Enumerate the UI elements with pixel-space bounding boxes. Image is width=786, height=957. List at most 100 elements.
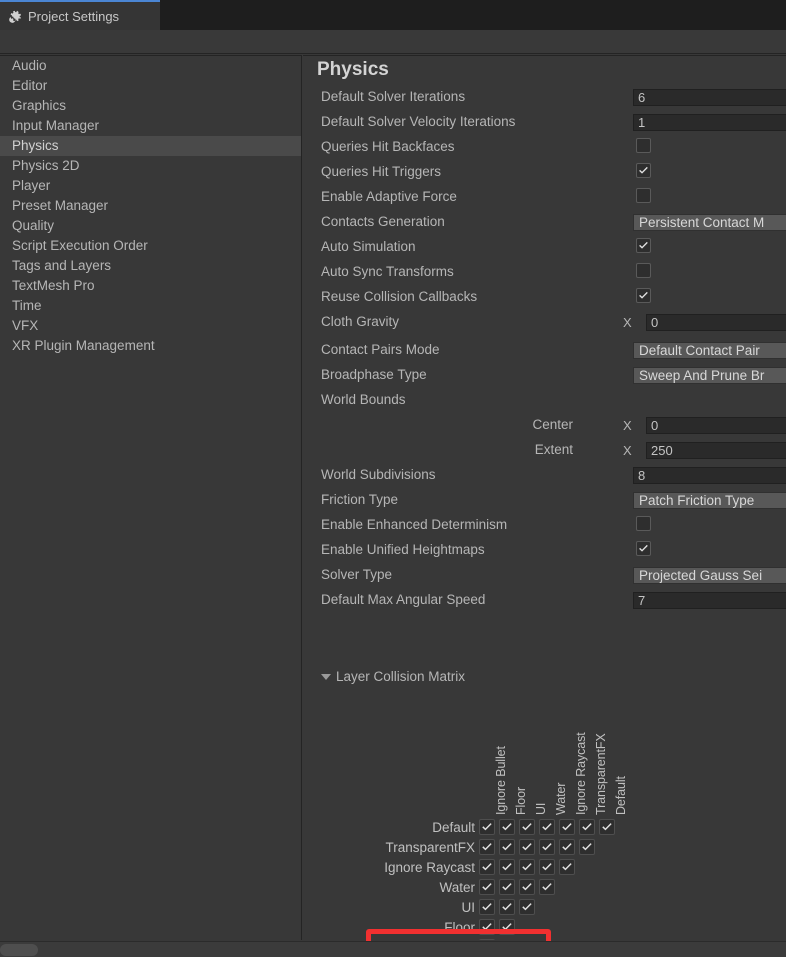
scrollbar-thumb[interactable]	[0, 944, 38, 956]
sidebar-item-player[interactable]: Player	[0, 176, 301, 196]
matrix-checkbox-water-ignore-bullet[interactable]	[479, 879, 495, 895]
prop-label: Default Solver Iterations	[321, 89, 466, 104]
matrix-checkbox-default-ui[interactable]	[519, 819, 535, 835]
sidebar-item-physics-2d[interactable]: Physics 2D	[0, 156, 301, 176]
checkbox-enable-adaptive-force[interactable]	[636, 188, 651, 203]
prop-row-contacts-generation: Contacts Generation Persistent Contact M	[303, 213, 786, 233]
matrix-column-header-floor: Floor	[514, 787, 528, 815]
prop-label: Default Max Angular Speed	[321, 592, 486, 607]
dropdown-friction-type[interactable]: Patch Friction Type	[633, 492, 786, 509]
axis-label-x: X	[623, 315, 632, 330]
tab-project-settings[interactable]: Project Settings	[0, 0, 160, 30]
sidebar-item-quality[interactable]: Quality	[0, 216, 301, 236]
prop-row-enable-adaptive-force: Enable Adaptive Force	[303, 188, 786, 208]
prop-label: Auto Sync Transforms	[321, 264, 454, 279]
tab-bar: Project Settings	[0, 0, 786, 30]
matrix-checkbox-default-default[interactable]	[599, 819, 615, 835]
input-center-x[interactable]: 0	[646, 417, 786, 434]
matrix-checkbox-transparentfx-ignore-raycast[interactable]	[559, 839, 575, 855]
layer-collision-matrix-foldout[interactable]: Layer Collision Matrix	[321, 669, 465, 684]
prop-label: World Bounds	[321, 392, 406, 407]
dropdown-solver-type[interactable]: Projected Gauss Sei	[633, 567, 786, 584]
matrix-column-header-ignore-bullet: Ignore Bullet	[494, 746, 508, 815]
checkbox-enable-unified-heightmaps[interactable]	[636, 541, 651, 556]
matrix-checkbox-water-water[interactable]	[539, 879, 555, 895]
sidebar-item-time[interactable]: Time	[0, 296, 301, 316]
matrix-checkbox-ignore-raycast-water[interactable]	[539, 859, 555, 875]
checkbox-queries-hit-triggers[interactable]	[636, 163, 651, 178]
dropdown-broadphase-type[interactable]: Sweep And Prune Br	[633, 367, 786, 384]
input-cloth-gravity-x[interactable]: 0	[646, 314, 786, 331]
matrix-checkbox-ui-ignore-bullet[interactable]	[479, 899, 495, 915]
matrix-checkbox-default-water[interactable]	[539, 819, 555, 835]
sidebar-item-vfx[interactable]: VFX	[0, 316, 301, 336]
matrix-checkbox-ignore-raycast-ignore-bullet[interactable]	[479, 859, 495, 875]
sidebar-item-physics[interactable]: Physics	[0, 136, 301, 156]
prop-row-default-max-angular-speed: Default Max Angular Speed 7	[303, 591, 786, 611]
sidebar-item-preset-manager[interactable]: Preset Manager	[0, 196, 301, 216]
matrix-checkbox-transparentfx-floor[interactable]	[499, 839, 515, 855]
matrix-checkbox-default-transparentfx[interactable]	[579, 819, 595, 835]
page-title: Physics	[317, 59, 389, 80]
sidebar-item-editor[interactable]: Editor	[0, 76, 301, 96]
matrix-checkbox-transparentfx-transparentfx[interactable]	[579, 839, 595, 855]
dropdown-contacts-generation[interactable]: Persistent Contact M	[633, 214, 786, 231]
prop-row-default-solver-velocity-iterations: Default Solver Velocity Iterations 1	[303, 113, 786, 133]
checkbox-reuse-collision-callbacks[interactable]	[636, 288, 651, 303]
input-default-solver-iterations[interactable]: 6	[633, 89, 786, 106]
prop-row-solver-type: Solver Type Projected Gauss Sei	[303, 566, 786, 586]
matrix-checkbox-ignore-raycast-floor[interactable]	[499, 859, 515, 875]
dropdown-contact-pairs-mode[interactable]: Default Contact Pair	[633, 342, 786, 359]
prop-label: World Subdivisions	[321, 467, 436, 482]
matrix-checkbox-default-ignore-raycast[interactable]	[559, 819, 575, 835]
settings-detail-panel: Physics Default Solver Iterations 6 Defaul…	[303, 55, 786, 940]
prop-row-world-subdivisions: World Subdivisions 8	[303, 466, 786, 486]
matrix-checkbox-default-floor[interactable]	[499, 819, 515, 835]
axis-label-x: X	[623, 443, 632, 458]
checkbox-auto-sync-transforms[interactable]	[636, 263, 651, 278]
input-default-solver-velocity-iterations[interactable]: 1	[633, 114, 786, 131]
settings-category-list[interactable]: Audio Editor Graphics Input Manager Physics P…	[0, 55, 302, 940]
sidebar-item-script-execution-order[interactable]: Script Execution Order	[0, 236, 301, 256]
prop-row-queries-hit-backfaces: Queries Hit Backfaces	[303, 138, 786, 158]
prop-row-world-bounds: World Bounds	[303, 391, 786, 411]
matrix-checkbox-transparentfx-ui[interactable]	[519, 839, 535, 855]
input-extent-x[interactable]: 250	[646, 442, 786, 459]
prop-row-center: Center X 0	[303, 416, 786, 436]
matrix-checkbox-transparentfx-water[interactable]	[539, 839, 555, 855]
matrix-checkbox-ui-floor[interactable]	[499, 899, 515, 915]
prop-label: Enable Unified Heightmaps	[321, 542, 485, 557]
prop-row-reuse-collision-callbacks: Reuse Collision Callbacks	[303, 288, 786, 308]
matrix-checkbox-transparentfx-ignore-bullet[interactable]	[479, 839, 495, 855]
matrix-checkbox-water-floor[interactable]	[499, 879, 515, 895]
matrix-column-header-transparentfx: TransparentFX	[594, 733, 608, 815]
sidebar-item-tags-and-layers[interactable]: Tags and Layers	[0, 256, 301, 276]
prop-label: Center	[532, 417, 573, 432]
checkbox-auto-simulation[interactable]	[636, 238, 651, 253]
horizontal-scrollbar[interactable]	[0, 941, 786, 957]
sidebar-item-graphics[interactable]: Graphics	[0, 96, 301, 116]
matrix-checkbox-default-ignore-bullet[interactable]	[479, 819, 495, 835]
axis-label-x: X	[623, 418, 632, 433]
prop-row-broadphase-type: Broadphase Type Sweep And Prune Br	[303, 366, 786, 386]
matrix-row-label-ignore-raycast: Ignore Raycast	[384, 860, 475, 875]
checkbox-queries-hit-backfaces[interactable]	[636, 138, 651, 153]
prop-label: Enable Adaptive Force	[321, 189, 457, 204]
input-world-subdivisions[interactable]: 8	[633, 467, 786, 484]
sidebar-item-audio[interactable]: Audio	[0, 56, 301, 76]
foldout-label: Layer Collision Matrix	[336, 669, 466, 684]
checkbox-enable-enhanced-determinism[interactable]	[636, 516, 651, 531]
matrix-row-label-ui: UI	[461, 900, 476, 915]
sidebar-item-textmesh-pro[interactable]: TextMesh Pro	[0, 276, 301, 296]
prop-row-extent: Extent X 250	[303, 441, 786, 461]
sidebar-item-xr-plugin-management[interactable]: XR Plugin Management	[0, 336, 301, 356]
matrix-checkbox-water-ui[interactable]	[519, 879, 535, 895]
matrix-checkbox-ui-ui[interactable]	[519, 899, 535, 915]
matrix-column-header-water: Water	[554, 782, 568, 815]
matrix-checkbox-ignore-raycast-ignore-raycast[interactable]	[559, 859, 575, 875]
matrix-checkbox-ignore-raycast-ui[interactable]	[519, 859, 535, 875]
prop-label: Queries Hit Backfaces	[321, 139, 455, 154]
input-default-max-angular-speed[interactable]: 7	[633, 592, 786, 609]
layer-collision-matrix[interactable]: Ignore Bullet Floor UI Water Ignore Raycast T…	[303, 696, 786, 940]
sidebar-item-input-manager[interactable]: Input Manager	[0, 116, 301, 136]
